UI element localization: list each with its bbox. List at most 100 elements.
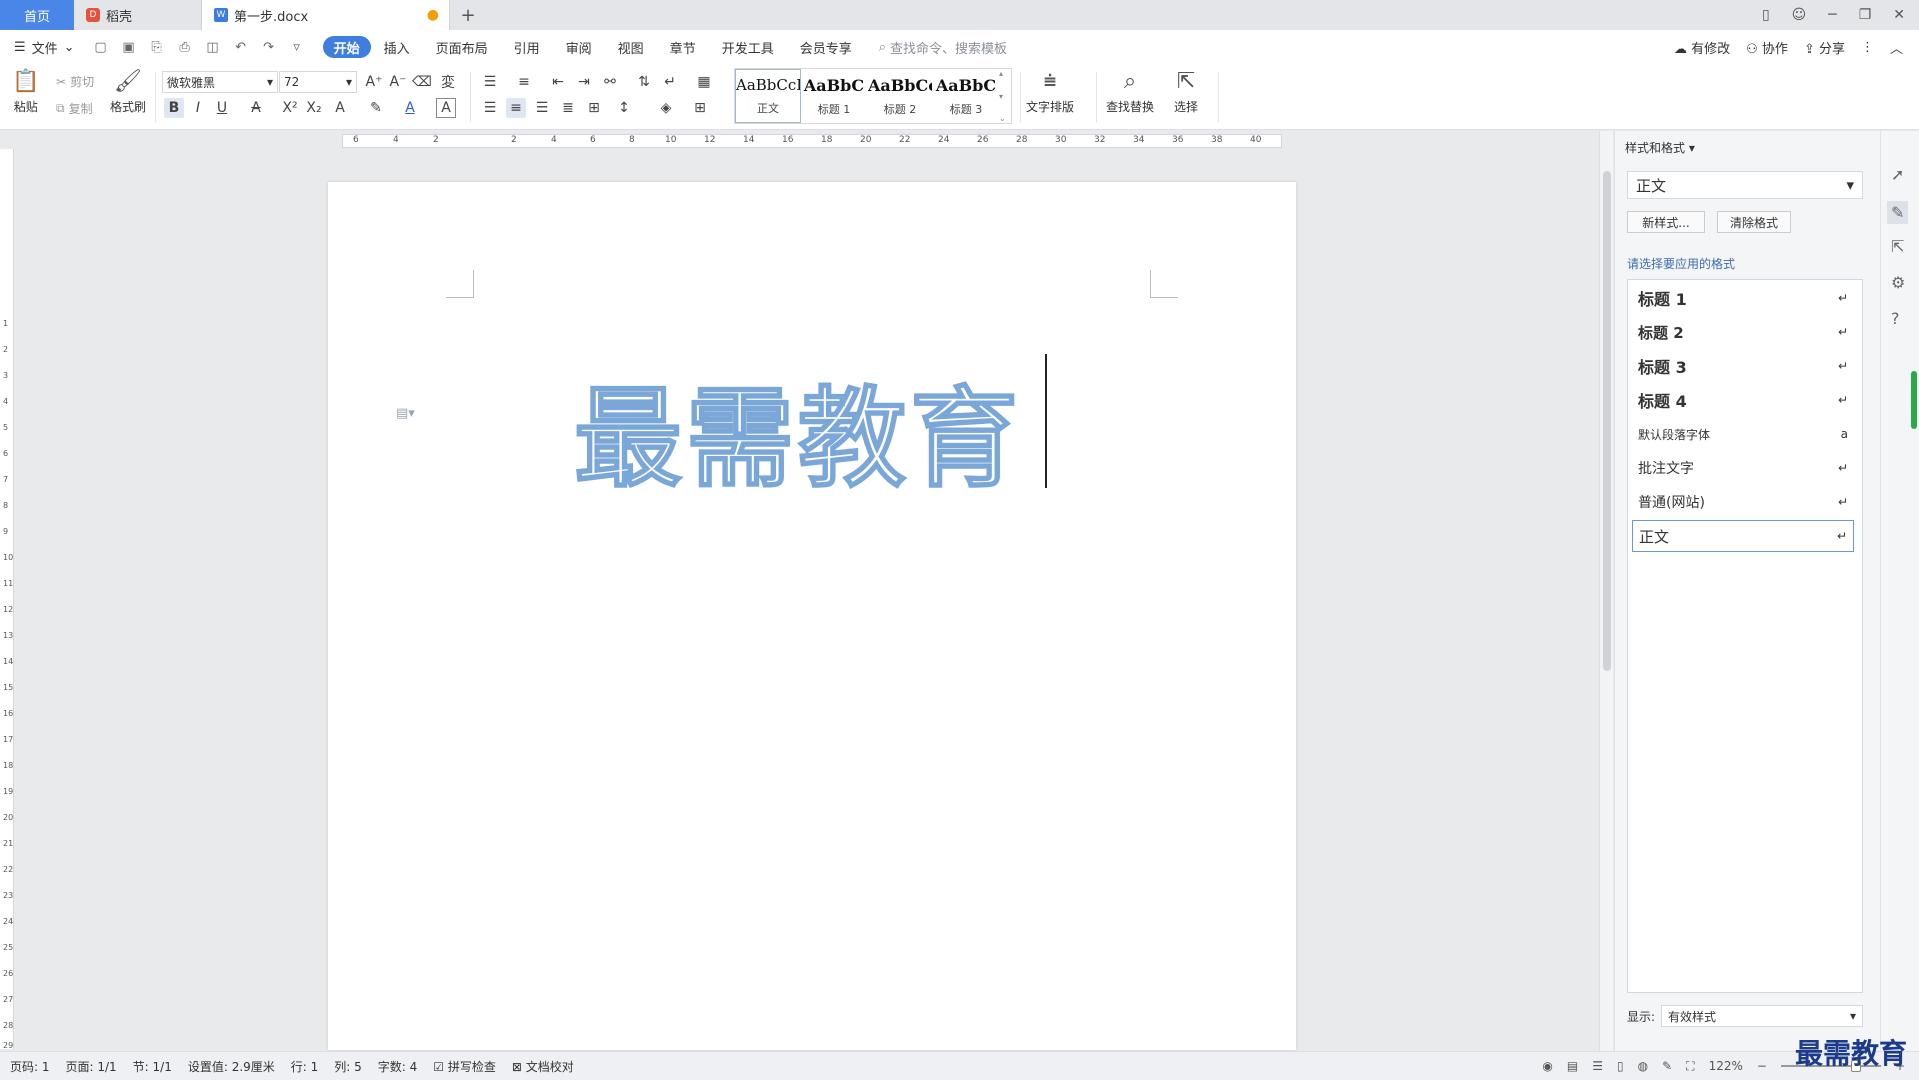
command-search[interactable]: ⌕ 查找命令、搜索模板 [879, 38, 1007, 57]
menu-page-layout[interactable]: 页面布局 [423, 36, 501, 58]
clear-format-button[interactable]: 清除格式 [1717, 211, 1791, 233]
list-item[interactable]: 默认段落字体 a [1632, 418, 1854, 450]
close-button[interactable]: ✕ [1893, 7, 1905, 23]
export-icon[interactable]: ⎘ [149, 40, 165, 55]
show-marks-icon[interactable]: ↵ [660, 72, 680, 92]
has-changes-button[interactable]: ☁ 有修改 [1674, 38, 1730, 57]
fit-page-icon[interactable]: ⛶ [1686, 1059, 1694, 1074]
zoom-out-button[interactable]: − [1757, 1059, 1767, 1073]
select-button[interactable]: ⇱ 选择 [1174, 70, 1198, 115]
restore-button[interactable]: ❐ [1859, 7, 1872, 23]
text-layout-button[interactable]: ⩧ 文字排版 [1026, 70, 1074, 115]
eraser-icon[interactable]: ⌫ [412, 72, 432, 92]
scroll-thumb[interactable] [1603, 171, 1611, 671]
file-menu[interactable]: ☰ 文件 ⌄ [14, 38, 75, 57]
font-color-button[interactable]: A [400, 98, 420, 118]
line-spacing-icon[interactable]: ↕ [614, 98, 634, 118]
list-item[interactable]: 普通(网站) ↵ [1632, 486, 1854, 518]
list-item[interactable]: 标题 1 ↵ [1632, 282, 1854, 314]
superscript-button[interactable]: X² [280, 98, 300, 118]
customize-icon[interactable]: ▿ [289, 40, 305, 55]
status-page-code[interactable]: 页码: 1 [10, 1058, 50, 1075]
more-icon[interactable]: ⋮ [1861, 40, 1874, 55]
layout-icon[interactable]: ▯ [1762, 7, 1770, 23]
gallery-scroll[interactable]: ▴ ▾ ⌄ [999, 69, 1009, 123]
list-item[interactable]: 标题 2 ↵ [1632, 316, 1854, 348]
align-left-icon[interactable]: ☰ [480, 98, 500, 118]
menu-references[interactable]: 引用 [501, 36, 553, 58]
style-heading3[interactable]: AaBbC 标题 3 [933, 69, 999, 123]
current-style-select[interactable]: 正文 ▾ [1627, 171, 1863, 199]
document-text[interactable]: 最需教育 [573, 352, 1022, 508]
status-setting[interactable]: 设置值: 2.9厘米 [188, 1058, 275, 1075]
paste-button[interactable]: 📋 粘贴 [12, 70, 39, 115]
strikethrough-button[interactable]: A [246, 98, 266, 118]
menu-developer[interactable]: 开发工具 [709, 36, 787, 58]
shading-icon[interactable]: ◈ [656, 98, 676, 118]
outline-view-icon[interactable]: ☰ [1592, 1059, 1603, 1073]
status-row[interactable]: 行: 1 [291, 1058, 319, 1075]
menu-start[interactable]: 开始 [322, 36, 371, 58]
numbered-list-icon[interactable]: ≡ [514, 72, 534, 92]
spellcheck-button[interactable]: ☑ 拼写检查 [433, 1058, 496, 1075]
menu-view[interactable]: 视图 [605, 36, 657, 58]
list-item[interactable]: 标题 4 ↵ [1632, 384, 1854, 416]
save-icon[interactable]: ▣ [121, 40, 137, 55]
tab-document[interactable]: W 第一步.docx ● [202, 0, 450, 30]
bullet-list-icon[interactable]: ☰ [480, 72, 500, 92]
borders-icon[interactable]: ⊞ [690, 98, 710, 118]
italic-button[interactable]: I [188, 98, 208, 118]
undo-icon[interactable]: ↶ [233, 40, 249, 55]
shrink-font-icon[interactable]: A⁻ [388, 72, 408, 92]
tab-home[interactable]: 首页 [0, 0, 74, 30]
pane-title[interactable]: 样式和格式 ▾ [1625, 139, 1695, 156]
style-normal[interactable]: AaBbCcI 正文 [735, 69, 801, 123]
cut-button[interactable]: ✂ 剪切 [56, 73, 94, 90]
avatar[interactable]: ☺ [1792, 7, 1807, 23]
copy-button[interactable]: ⧉ 复制 [56, 100, 93, 117]
select-cursor-icon[interactable]: ⇱ [1891, 237, 1904, 256]
highlight-icon[interactable]: ✎ [366, 98, 386, 118]
collaborate-button[interactable]: ⚇ 协作 [1746, 38, 1788, 57]
vertical-ruler[interactable]: 1 2 3 4 5 6 7 8 9 10 11 12 13 14 15 16 1… [0, 149, 14, 1050]
list-item[interactable]: 标题 3 ↵ [1632, 350, 1854, 382]
status-page[interactable]: 页面: 1/1 [66, 1058, 117, 1075]
settings-sliders-icon[interactable]: ⚙ [1891, 273, 1905, 292]
subscript-button[interactable]: X₂ [304, 98, 324, 118]
print-preview-icon[interactable]: ◫ [205, 40, 221, 55]
new-doc-icon[interactable]: ▢ [93, 40, 109, 55]
page-view-icon[interactable]: ▤ [1567, 1059, 1578, 1073]
style-heading2[interactable]: AaBbCc 标题 2 [867, 69, 933, 123]
new-style-button[interactable]: 新样式... [1627, 211, 1705, 233]
justify-icon[interactable]: ≣ [558, 98, 578, 118]
show-filter-select[interactable]: 有效样式 ▾ [1661, 1005, 1864, 1027]
print-icon[interactable]: ⎙ [177, 40, 193, 55]
chinese-layout-icon[interactable]: ⚯ [600, 72, 620, 92]
list-item[interactable]: 正文 ↵ [1632, 520, 1854, 552]
char-border-button[interactable]: A [436, 98, 456, 118]
distribute-icon[interactable]: ⊞ [584, 98, 604, 118]
font-size-select[interactable]: 72 ▾ [279, 71, 357, 93]
status-col[interactable]: 列: 5 [334, 1058, 362, 1075]
align-center-icon[interactable]: ≡ [506, 98, 526, 118]
tab-daoke[interactable]: D 稻壳 [74, 0, 202, 30]
format-painter-button[interactable]: 🖌 格式刷 [110, 70, 146, 115]
text-effect-button[interactable]: A [330, 98, 350, 118]
style-edit-icon[interactable]: ✎ [1887, 201, 1909, 224]
menu-insert[interactable]: 插入 [371, 36, 423, 58]
status-words[interactable]: 字数: 4 [378, 1058, 418, 1075]
help-icon[interactable]: ? [1891, 309, 1900, 328]
find-replace-button[interactable]: ⌕ 查找替换 [1106, 70, 1154, 115]
ruler-bar[interactable]: 6 4 2 2 4 6 8 10 12 14 16 18 20 22 24 26… [342, 134, 1282, 148]
redo-icon[interactable]: ↷ [261, 40, 277, 55]
new-tab-button[interactable]: + [450, 0, 486, 30]
increase-indent-icon[interactable]: ⇥ [574, 72, 594, 92]
sort-icon[interactable]: ⇅ [634, 72, 654, 92]
font-name-select[interactable]: 微软雅黑 ▾ [162, 71, 278, 93]
align-right-icon[interactable]: ☰ [532, 98, 552, 118]
menu-review[interactable]: 审阅 [553, 36, 605, 58]
web-view-icon[interactable]: ◍ [1638, 1059, 1648, 1073]
proofread-button[interactable]: ⊠ 文档校对 [512, 1058, 574, 1075]
list-item[interactable]: 批注文字 ↵ [1632, 452, 1854, 484]
document-page[interactable]: ▤▾ 最需教育 [328, 182, 1296, 1050]
